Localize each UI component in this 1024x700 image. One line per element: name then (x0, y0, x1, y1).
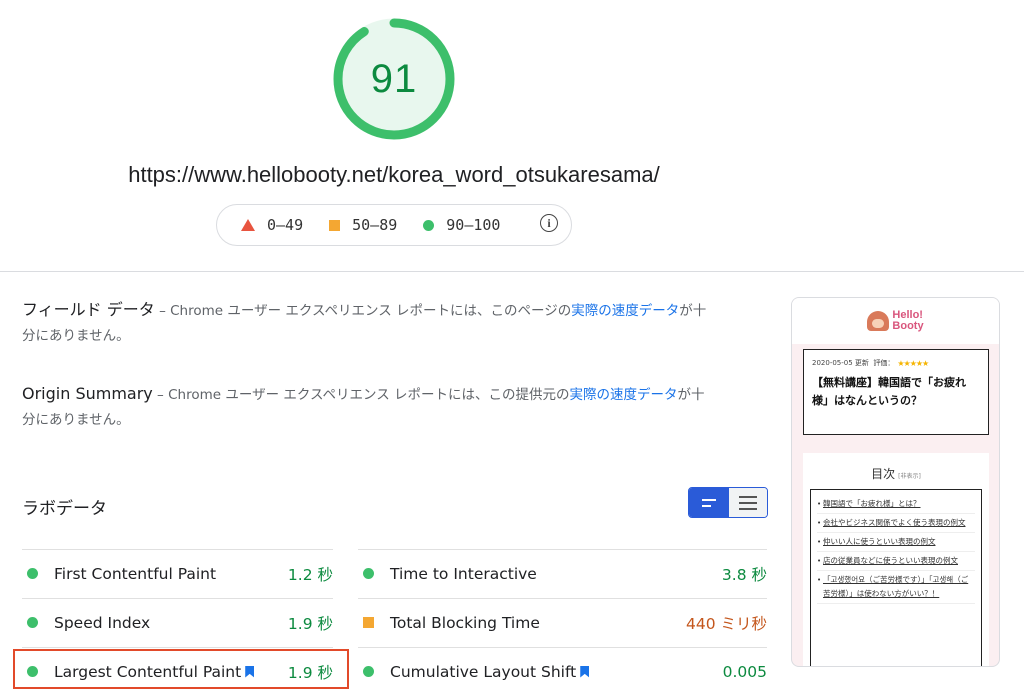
toc-item: 仲いい人に使うといい表現の例文 (817, 533, 975, 552)
toc-item: 会社やビジネス関係でよく使う表現の例文 (817, 514, 975, 533)
lcp-highlight-box (13, 649, 349, 689)
origin-summary-link[interactable]: 実際の速度データ (570, 387, 678, 403)
legend-poor: 0–49 (241, 216, 303, 234)
metric-tbt: Total Blocking Time 440 ミリ秒 (358, 598, 767, 646)
circle-icon (423, 219, 435, 231)
good-dot-icon (27, 568, 38, 579)
field-data-section: フィールド データ – Chrome ユーザー エクスペリエンス レポートには、… (22, 300, 707, 344)
toc-item: 「고생했어요（ご苦労様です）」「고생해（ご苦労様）」は使わない方がいい？！ (817, 571, 975, 604)
compact-view-button[interactable] (689, 488, 728, 517)
bookmark-icon (580, 665, 590, 678)
rating-stars: ★★★★★ (897, 358, 929, 368)
legend-good: 90–100 (423, 216, 500, 234)
metric-tti: Time to Interactive 3.8 秒 (358, 549, 767, 597)
field-data-title: フィールド データ (22, 300, 155, 319)
toc-list: 韓国語で「お疲れ様」とは？会社やビジネス関係でよく使う表現の例文仲いい人に使うと… (810, 489, 982, 666)
article-title: 【無料講座】韓国語で「お疲れ様」はなんというの？ (812, 376, 966, 407)
good-dot-icon (363, 568, 374, 579)
metric-fcp: First Contentful Paint 1.2 秒 (22, 549, 333, 597)
good-dot-icon (27, 617, 38, 628)
toc-item: 店の従業員などに使うといい表現の例文 (817, 552, 975, 571)
origin-summary-title: Origin Summary (22, 384, 153, 403)
info-icon[interactable]: i (540, 214, 558, 232)
performance-score: 91 (370, 56, 418, 101)
tested-url: https://www.hellobooty.net/korea_word_ot… (128, 162, 660, 187)
article-card: 2020-05-05 更新 評価： ★★★★★ 【無料講座】韓国語で「お疲れ様」… (803, 349, 989, 435)
toc-item: 韓国語で「お疲れ様」とは？ (817, 495, 975, 514)
view-toggle[interactable] (688, 487, 768, 518)
origin-summary-section: Origin Summary – Chrome ユーザー エクスペリエンス レポ… (22, 384, 705, 428)
divider (0, 271, 1024, 272)
lab-data-title: ラボデータ (22, 499, 107, 519)
page-screenshot-thumbnail: Hello! Booty 2020-05-05 更新 評価： ★★★★★ 【無料… (791, 297, 1000, 667)
metric-cls: Cumulative Layout Shift 0.005 (358, 647, 767, 695)
triangle-icon (241, 219, 255, 231)
table-of-contents: 目次[非表示] 韓国語で「お疲れ様」とは？会社やビジネス関係でよく使う表現の例文… (803, 453, 989, 666)
site-header: Hello! Booty (792, 298, 999, 344)
average-square-icon (363, 617, 374, 628)
field-data-link[interactable]: 実際の速度データ (571, 303, 679, 319)
site-logo: Hello! Booty (892, 309, 924, 332)
score-legend: 0–49 50–89 90–100 (216, 204, 572, 246)
square-icon (329, 219, 341, 231)
metric-speed-index: Speed Index 1.9 秒 (22, 598, 333, 646)
expanded-view-button[interactable] (728, 488, 767, 517)
good-dot-icon (363, 666, 374, 677)
mascot-icon (867, 311, 890, 331)
legend-average: 50–89 (329, 216, 397, 234)
